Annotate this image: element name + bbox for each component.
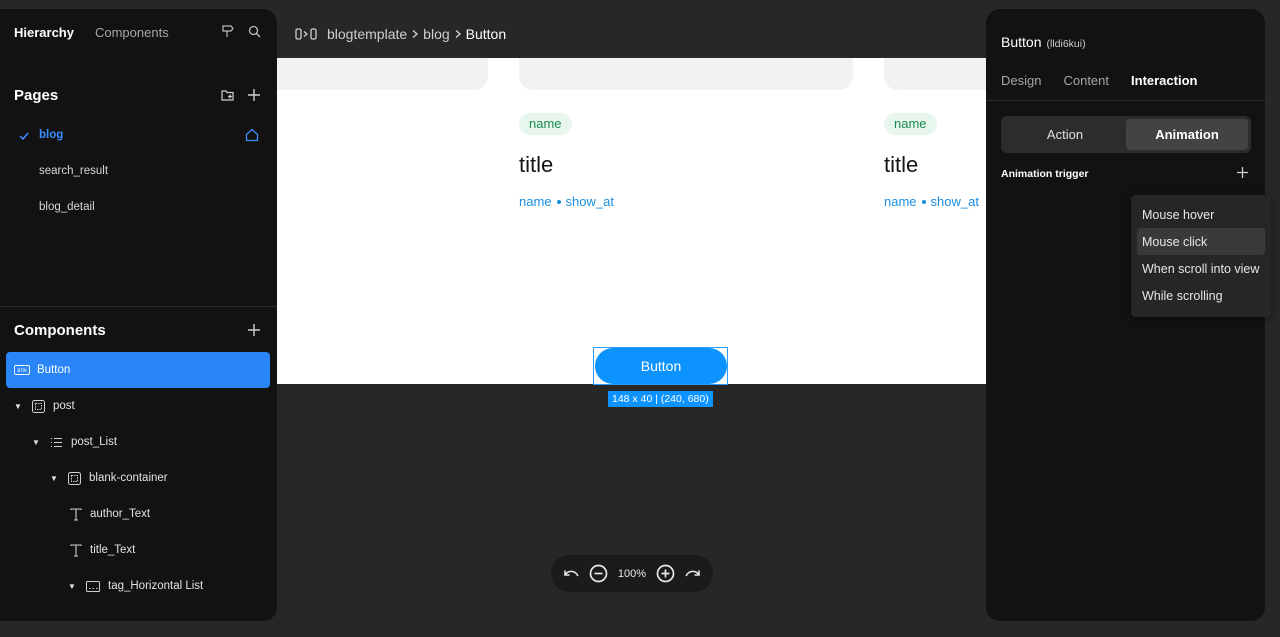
caret-down-icon[interactable]: ▼ xyxy=(13,401,23,411)
menu-item-mouse-click[interactable]: Mouse click xyxy=(1137,228,1265,255)
segment-action[interactable]: Action xyxy=(1004,119,1126,150)
breadcrumb-item-project[interactable]: blogtemplate xyxy=(327,26,407,42)
component-row-blank-container[interactable]: ▼ blank-container xyxy=(6,460,270,496)
add-folder-icon[interactable] xyxy=(221,88,235,102)
property-tabs: Design Content Interaction xyxy=(1001,73,1197,88)
size-position-label: 148 x 40 | (240, 680) xyxy=(608,391,713,407)
breadcrumb-item-current[interactable]: Button xyxy=(466,26,506,42)
card-image-placeholder xyxy=(884,58,986,90)
component-row-post[interactable]: ▼ post xyxy=(6,388,270,424)
redo-icon[interactable] xyxy=(684,568,701,580)
caret-down-icon[interactable]: ▼ xyxy=(31,437,41,447)
menu-item-mouse-hover[interactable]: Mouse hover xyxy=(1137,201,1265,228)
segment-animation[interactable]: Animation xyxy=(1126,119,1248,150)
page-item-blog[interactable]: blog xyxy=(39,129,63,141)
animation-trigger-label: Animation trigger xyxy=(1001,168,1089,180)
add-trigger-icon[interactable] xyxy=(1236,166,1249,179)
card-image-placeholder xyxy=(277,58,488,90)
component-label: Button xyxy=(37,364,71,376)
text-icon xyxy=(70,543,82,557)
component-label: title_Text xyxy=(90,544,136,556)
page-item-search-result[interactable]: search_result xyxy=(39,165,108,177)
component-row-post-list[interactable]: ▼ post_List xyxy=(6,424,270,460)
interaction-type-toggle: Action Animation xyxy=(1001,116,1251,153)
caret-down-icon[interactable]: ▼ xyxy=(49,473,59,483)
add-component-icon[interactable] xyxy=(247,323,261,337)
card-date: show_at xyxy=(930,194,979,209)
horizontal-list-icon xyxy=(86,580,100,592)
component-row-author-text[interactable]: author_Text xyxy=(6,496,270,532)
zoom-toolbar: 100% xyxy=(551,555,713,592)
design-canvas[interactable]: name title name show_at name title name … xyxy=(277,58,986,384)
card-meta: name show_at xyxy=(884,194,979,209)
tab-design[interactable]: Design xyxy=(1001,73,1041,88)
check-icon xyxy=(19,131,29,141)
component-label: post xyxy=(53,400,75,412)
component-label: author_Text xyxy=(90,508,151,520)
selected-component-id: (lldi6kui) xyxy=(1046,38,1086,50)
left-top-icons xyxy=(220,24,261,38)
card-meta: name show_at xyxy=(519,194,614,209)
menu-item-scroll-into-view[interactable]: When scroll into view xyxy=(1137,255,1265,282)
home-icon[interactable] xyxy=(245,128,259,142)
component-label: tag_Horizontal List xyxy=(108,580,204,592)
container-icon xyxy=(32,399,45,413)
selected-component-header: Button (lldi6kui) xyxy=(1001,34,1086,50)
bullet-dot xyxy=(556,199,561,204)
page-item-blog-detail[interactable]: blog_detail xyxy=(39,201,95,213)
pages-actions xyxy=(221,88,261,102)
component-row-button[interactable]: BTN Button xyxy=(6,352,270,388)
tab-hierarchy[interactable]: Hierarchy xyxy=(14,25,74,40)
search-icon[interactable] xyxy=(248,24,261,38)
left-panel: Hierarchy Components Pages blog search_r… xyxy=(0,9,277,621)
pages-title: Pages xyxy=(14,87,59,104)
svg-text:BTN: BTN xyxy=(17,368,26,374)
tab-divider xyxy=(986,100,1265,101)
text-icon xyxy=(70,507,82,521)
card-author: name xyxy=(519,194,552,209)
left-tabs: Hierarchy Components xyxy=(14,25,169,40)
chevron-right-icon xyxy=(411,29,419,39)
selected-component-name: Button xyxy=(1001,34,1042,50)
breadcrumb: blogtemplate blog Button xyxy=(295,26,506,42)
components-title: Components xyxy=(14,322,106,339)
card-date: show_at xyxy=(565,194,614,209)
container-icon xyxy=(68,471,81,485)
card-title: title xyxy=(884,152,919,177)
component-label: post_List xyxy=(71,436,118,448)
card-author: name xyxy=(884,194,917,209)
tab-interaction[interactable]: Interaction xyxy=(1131,73,1197,88)
trigger-dropdown-menu: Mouse hover Mouse click When scroll into… xyxy=(1131,195,1271,317)
tab-components[interactable]: Components xyxy=(95,25,169,40)
menu-item-while-scrolling[interactable]: While scrolling xyxy=(1137,282,1265,309)
add-page-icon[interactable] xyxy=(247,88,261,102)
card-image-placeholder xyxy=(519,58,853,90)
component-row-tag-horizontal-list[interactable]: ▼ tag_Horizontal List xyxy=(6,568,270,604)
components-actions xyxy=(247,323,261,337)
card-tag: name xyxy=(519,113,572,135)
button-component-icon: BTN xyxy=(14,365,30,375)
card-tag: name xyxy=(884,113,937,135)
panel-divider xyxy=(0,306,277,307)
component-frame-icon xyxy=(295,27,317,41)
caret-down-icon[interactable]: ▼ xyxy=(67,581,77,591)
zoom-in-icon[interactable] xyxy=(656,564,675,583)
zoom-out-icon[interactable] xyxy=(589,564,608,583)
list-icon xyxy=(50,436,63,449)
signpost-icon[interactable] xyxy=(220,24,234,38)
undo-icon[interactable] xyxy=(563,568,580,580)
bullet-dot xyxy=(921,199,926,204)
zoom-level: 100% xyxy=(617,567,647,580)
tab-content[interactable]: Content xyxy=(1063,73,1109,88)
canvas-button[interactable]: Button xyxy=(595,348,727,384)
card-title: title xyxy=(519,152,554,177)
component-label: blank-container xyxy=(89,472,168,484)
component-row-title-text[interactable]: title_Text xyxy=(6,532,270,568)
chevron-right-icon xyxy=(454,29,462,39)
breadcrumb-item-page[interactable]: blog xyxy=(423,26,449,42)
